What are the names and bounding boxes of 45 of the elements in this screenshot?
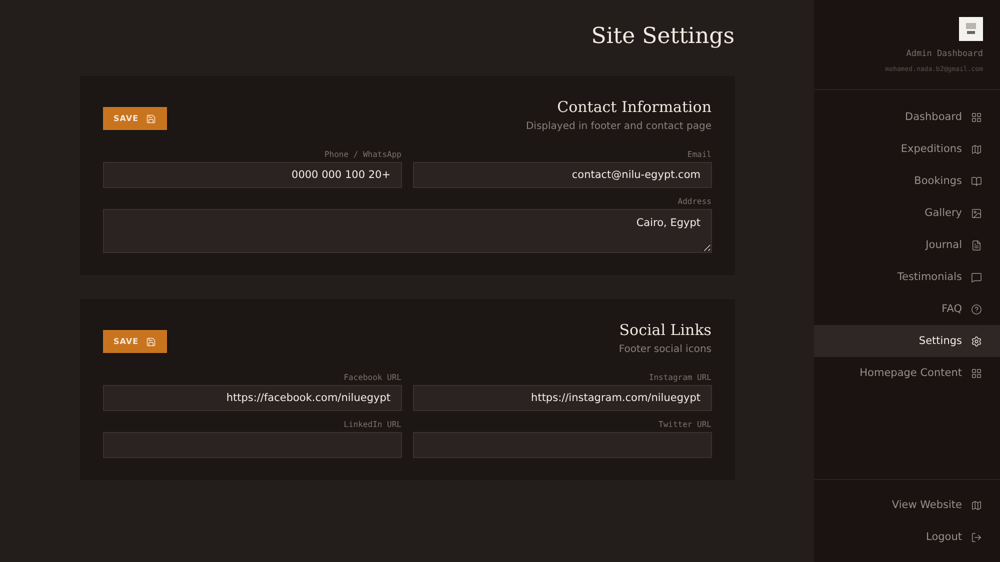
nav-item[interactable]: Expeditions <box>814 133 1000 165</box>
logout-icon <box>971 532 982 542</box>
nav-item[interactable]: Settings <box>814 325 1000 357</box>
nav-item[interactable]: FAQ <box>814 293 1000 325</box>
document-icon <box>971 240 982 250</box>
section-title: Social Links <box>619 321 712 339</box>
map-icon <box>971 144 982 154</box>
nav-item[interactable]: Journal <box>814 229 1000 261</box>
nav-item[interactable]: Logout <box>814 521 1000 553</box>
address-field[interactable]: Cairo, Egypt <box>102 209 712 253</box>
nav-item[interactable]: View Website <box>814 489 1000 521</box>
grid-icon <box>971 112 982 122</box>
nav-item[interactable]: Gallery <box>814 197 1000 229</box>
field-label: Instagram URL <box>648 373 712 382</box>
nav-item[interactable]: Testimonials <box>814 261 1000 293</box>
save-icon <box>146 114 156 124</box>
section-subtitle: Footer social icons <box>618 344 712 355</box>
section-title: Contact Information <box>557 98 712 116</box>
settings-icon <box>971 336 982 346</box>
map-icon <box>971 500 982 510</box>
book-icon <box>971 176 982 186</box>
grid-icon <box>971 368 982 378</box>
field-label: Phone / WhatsApp <box>324 150 402 159</box>
page-title: Site Settings <box>591 23 734 51</box>
input-field[interactable]: https://instagram.com/niluegypt <box>412 385 712 411</box>
field-label: Facebook URL <box>344 373 402 382</box>
input-field[interactable]: contact@nilu-egypt.com <box>412 162 712 188</box>
input-field[interactable]: 0000 000 100 20+ <box>102 162 402 188</box>
save-icon <box>146 336 156 346</box>
field-label: LinkedIn URL <box>344 420 402 429</box>
logo-icon <box>959 17 983 41</box>
field-label: Address <box>678 197 712 206</box>
nav-item[interactable]: Homepage Content <box>814 357 1000 389</box>
input-field[interactable] <box>412 432 712 458</box>
field-label: Twitter URL <box>658 420 712 429</box>
chat-bubble-icon <box>971 272 982 282</box>
image-icon <box>971 208 982 218</box>
sidebar-title: Admin Dashboard <box>906 49 983 59</box>
input-field[interactable]: https://facebook.com/niluegypt <box>102 385 402 411</box>
section-subtitle: Displayed in footer and contact page <box>526 121 712 132</box>
help-icon <box>971 304 982 314</box>
nav-item[interactable]: Bookings <box>814 165 1000 197</box>
field-label: Email <box>687 150 712 159</box>
input-field[interactable] <box>102 432 402 458</box>
nav-item[interactable]: Dashboard <box>814 101 1000 133</box>
